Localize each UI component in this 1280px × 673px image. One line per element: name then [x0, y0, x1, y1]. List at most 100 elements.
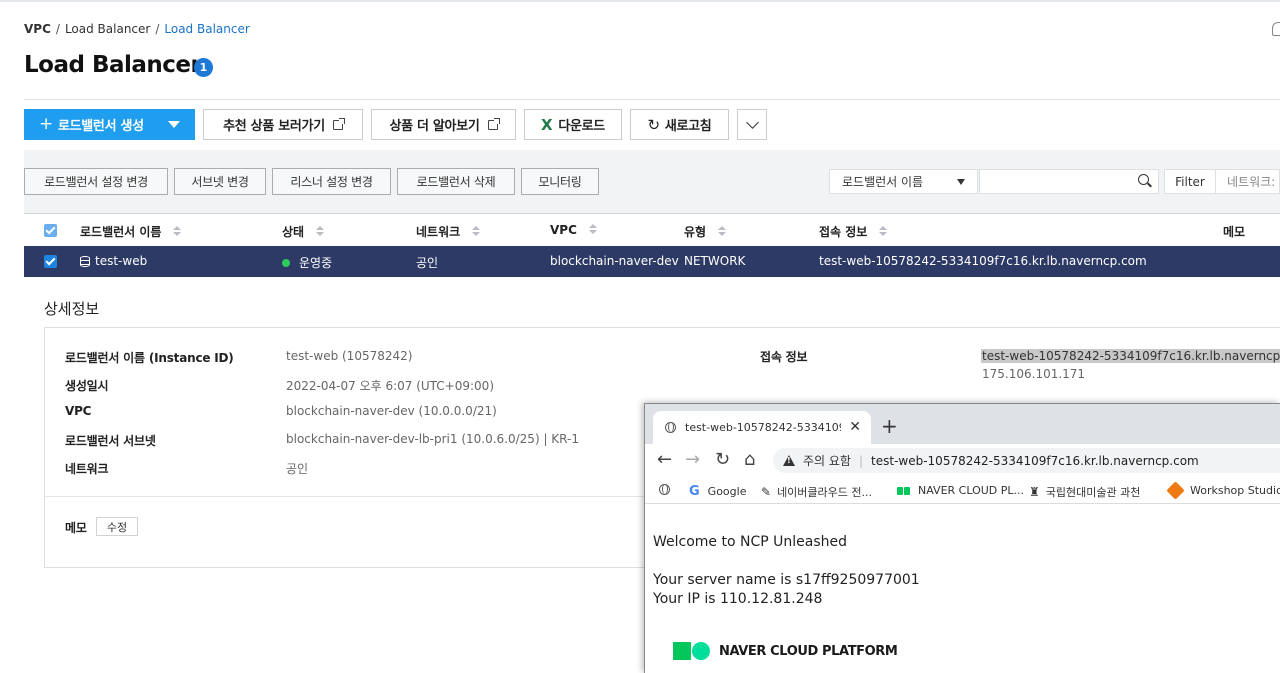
logo-text-bold: NAVER — [719, 643, 767, 659]
bookmark-naver-cloud-platform[interactable]: NAVER CLOUD PL... — [897, 484, 1024, 497]
select-all-checkbox[interactable] — [44, 224, 57, 237]
search-icon[interactable] — [1138, 174, 1149, 185]
sort-icon — [472, 225, 481, 238]
table-header: 로드밸런서 이름 상태 네트워크 VPC 유형 접속 정보 메모 — [24, 213, 1280, 246]
cell-name: test-web — [80, 254, 147, 268]
top-border — [0, 0, 1280, 2]
column-header-vpc[interactable]: VPC — [550, 223, 597, 237]
logo-text-rest: CLOUD PLATFORM — [770, 643, 898, 659]
breadcrumb-vpc[interactable]: VPC — [24, 22, 51, 36]
bookmark-museum[interactable]: ♜ 국립현대미술관 과천 — [1029, 484, 1140, 500]
browser-window: test-web-10578242-5334109f7c16.kr.lb.nav… — [644, 403, 1280, 673]
forward-icon[interactable]: → — [685, 449, 700, 470]
edit-settings-button[interactable]: 로드밸런서 설정 변경 — [24, 168, 168, 195]
count-badge: 1 — [194, 58, 213, 77]
museum-icon: ♜ — [1029, 485, 1040, 499]
address-bar[interactable]: 주의 요함 | test-web-10578242-5334109f7c16.k… — [773, 448, 1280, 473]
more-button[interactable] — [737, 109, 767, 140]
row-checkbox[interactable] — [44, 255, 57, 268]
detail-divider — [44, 496, 644, 497]
bookmark-naver-cloud-kr[interactable]: ✎ 네이버클라우드 전... — [761, 484, 872, 500]
learn-more-label: 상품 더 알아보기 — [389, 119, 480, 134]
column-header-type[interactable]: 유형 — [684, 223, 727, 240]
recommend-products-button[interactable]: 추천 상품 보러가기 — [203, 109, 363, 140]
detail-value-subnet: blockchain-naver-dev-lb-pri1 (10.0.6.0/2… — [286, 432, 579, 446]
breadcrumb-current: Load Balancer — [164, 22, 250, 36]
learn-more-button[interactable]: 상품 더 알아보기 — [371, 109, 516, 140]
detail-label-vpc: VPC — [65, 404, 92, 418]
close-icon[interactable]: ✕ — [849, 419, 861, 435]
caret-down-icon — [957, 179, 965, 185]
title-divider — [24, 99, 1280, 100]
browser-content: Welcome to NCP Unleashed Your server nam… — [645, 504, 1280, 673]
sort-icon — [879, 225, 888, 238]
sort-icon — [588, 224, 597, 236]
apps-icon[interactable] — [659, 484, 679, 495]
tab-title: test-web-10578242-5334109f7c16.kr.lb.nav… — [685, 421, 841, 434]
notification-icon[interactable] — [1272, 22, 1280, 36]
detail-value-endpoint-domain[interactable]: test-web-10578242-5334109f7c16.kr.lb.nav… — [981, 349, 1280, 363]
browser-nav-bar: ← → ↻ ⌂ 주의 요함 | test-web-10578242-533410… — [645, 444, 1280, 478]
browser-tab-bar: test-web-10578242-5334109f7c16.kr.lb.nav… — [645, 404, 1280, 444]
create-load-balancer-button[interactable]: + 로드밸런서 생성 — [24, 109, 195, 140]
pen-icon: ✎ — [761, 485, 772, 499]
detail-label-created: 생성일시 — [65, 379, 109, 393]
cell-endpoint: test-web-10578242-5334109f7c16.kr.lb.nav… — [819, 254, 1147, 268]
monitoring-button[interactable]: 모니터링 — [521, 168, 599, 195]
ncp-icon — [897, 486, 911, 495]
warning-icon — [783, 455, 795, 466]
home-icon[interactable]: ⌂ — [744, 449, 755, 470]
back-icon[interactable]: ← — [657, 449, 672, 470]
network-filter[interactable]: 네트워크: — [1216, 169, 1280, 194]
column-header-name[interactable]: 로드밸런서 이름 — [80, 223, 182, 240]
detail-label-name: 로드밸런서 이름 (Instance ID) — [65, 351, 234, 365]
column-header-status[interactable]: 상태 — [282, 223, 325, 240]
detail-value-network: 공인 — [286, 462, 309, 476]
listener-settings-button[interactable]: 리스너 설정 변경 — [272, 168, 391, 195]
column-header-network[interactable]: 네트워크 — [416, 223, 481, 240]
external-link-icon — [487, 117, 500, 130]
ncp-logo-icon — [673, 642, 711, 660]
breadcrumb-separator: / — [155, 22, 160, 36]
chevron-down-icon — [745, 116, 759, 129]
edit-memo-button[interactable]: 수정 — [96, 517, 138, 536]
breadcrumb-load-balancer[interactable]: Load Balancer — [65, 22, 150, 36]
memo-label: 메모 — [65, 521, 87, 535]
download-button[interactable]: X 다운로드 — [524, 109, 622, 140]
filter-button[interactable]: Filter — [1164, 169, 1216, 194]
toolbar: + 로드밸런서 생성 추천 상품 보러가기 상품 더 알아보기 X 다운로드 ↻… — [24, 109, 775, 140]
excel-icon: X — [541, 115, 553, 134]
reload-icon[interactable]: ↻ — [715, 449, 730, 470]
detail-label-endpoint: 접속 정보 — [760, 350, 808, 364]
globe-icon — [659, 484, 670, 495]
caret-down-icon[interactable] — [168, 121, 180, 128]
cell-vpc: blockchain-naver-dev — [550, 254, 679, 268]
bookmark-google[interactable]: G Google — [689, 484, 746, 499]
search-field-select[interactable]: 로드밸런서 이름 — [829, 169, 978, 194]
database-icon — [80, 255, 90, 267]
detail-label-network: 네트워크 — [65, 462, 109, 476]
cell-type: NETWORK — [684, 254, 746, 268]
refresh-button[interactable]: ↻ 새로고침 — [630, 109, 729, 140]
change-subnet-button[interactable]: 서브넷 변경 — [174, 168, 266, 195]
sort-icon — [316, 225, 325, 238]
delete-load-balancer-button[interactable]: 로드밸런서 삭제 — [397, 168, 515, 195]
ip-text: Your IP is 110.12.81.248 — [653, 591, 823, 607]
address-warning[interactable]: 주의 요함 — [803, 452, 851, 469]
bookmarks-bar: G Google ✎ 네이버클라우드 전... NAVER CLOUD PL... … — [645, 478, 1280, 504]
google-icon: G — [689, 484, 700, 499]
recommend-label: 추천 상품 보러가기 — [223, 119, 325, 134]
address-url[interactable]: test-web-10578242-5334109f7c16.kr.lb.nav… — [871, 454, 1199, 468]
new-tab-icon[interactable]: + — [881, 414, 898, 438]
naver-cloud-platform-logo: NAVER CLOUD PLATFORM — [673, 642, 898, 660]
column-header-endpoint[interactable]: 접속 정보 — [819, 223, 888, 240]
search-input[interactable] — [979, 169, 1159, 194]
table-row[interactable]: test-web 운영중 공인 blockchain-naver-dev NET… — [24, 246, 1280, 277]
create-label: 로드밸런서 생성 — [57, 119, 144, 134]
plus-icon: + — [39, 114, 53, 134]
cell-status: 운영중 — [282, 254, 332, 271]
browser-tab[interactable]: test-web-10578242-5334109f7c16.kr.lb.nav… — [653, 411, 871, 444]
address-separator: | — [858, 453, 864, 468]
external-link-icon — [332, 117, 345, 130]
bookmark-workshop-studio[interactable]: Workshop Studio — [1166, 481, 1280, 500]
